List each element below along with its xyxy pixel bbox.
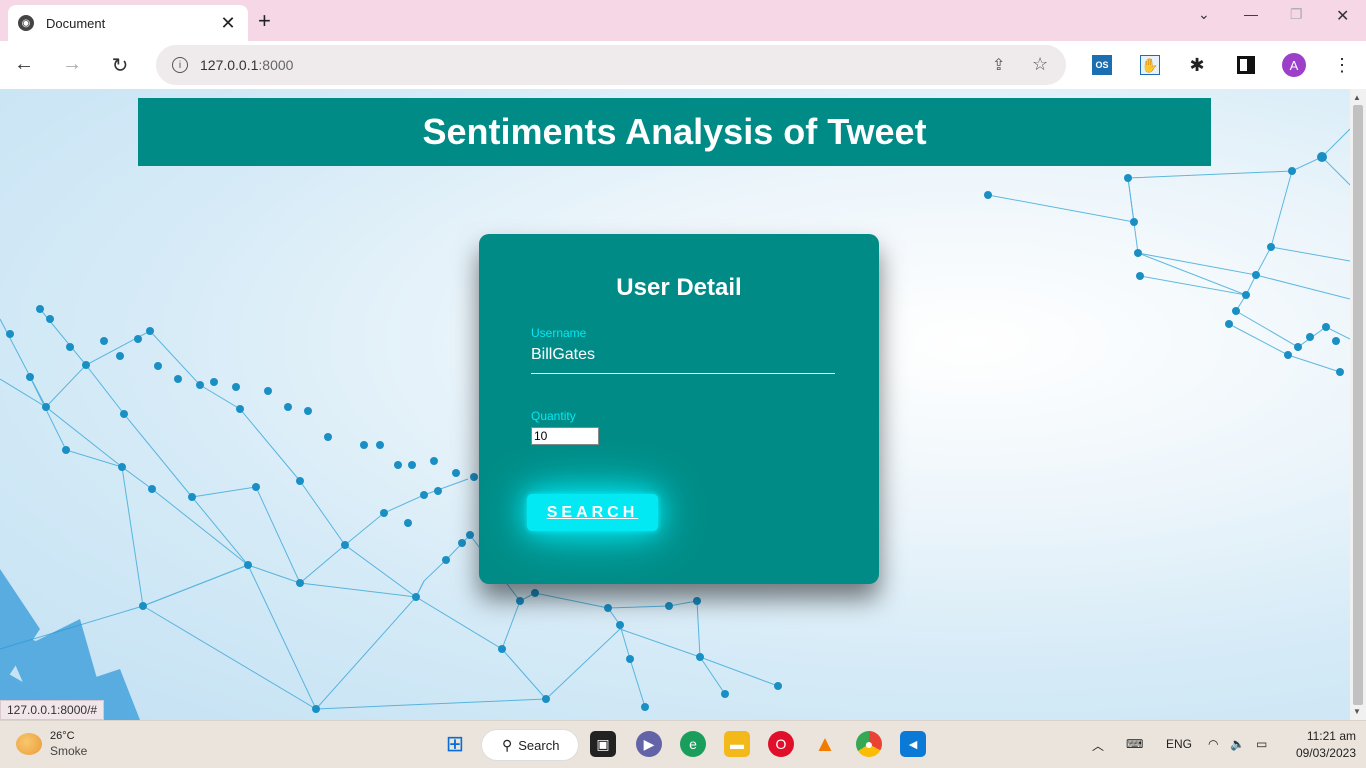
- clock-date: 09/03/2023: [1295, 746, 1356, 760]
- share-icon[interactable]: ⇪: [992, 55, 1005, 75]
- page-scrollbar[interactable]: ▲ ▼: [1350, 89, 1366, 720]
- card-title: User Detail: [616, 274, 742, 301]
- new-tab-button[interactable]: +: [258, 8, 271, 34]
- os-extension-icon[interactable]: OS: [1092, 55, 1112, 75]
- close-tab-icon[interactable]: ✕: [218, 13, 238, 34]
- menu-kebab-icon[interactable]: ⋮: [1332, 55, 1352, 75]
- reload-button[interactable]: ↻: [108, 53, 132, 78]
- puzzle-extensions-icon[interactable]: ✱: [1187, 55, 1207, 75]
- page-viewport: Sentiments Analysis of Tweet User Detail…: [0, 89, 1350, 720]
- url-port: :8000: [258, 57, 294, 73]
- globe-icon: ◉: [18, 15, 34, 31]
- page-banner: Sentiments Analysis of Tweet: [138, 98, 1211, 166]
- address-bar[interactable]: i 127.0.0.1:8000 ⇪ ☆: [156, 45, 1066, 85]
- weather-icon: [16, 732, 42, 755]
- user-detail-card: User Detail Username BillGates Quantity …: [479, 234, 879, 584]
- page-title: Sentiments Analysis of Tweet: [422, 111, 927, 152]
- vlc-player-icon[interactable]: ▲: [812, 731, 838, 757]
- browser-titlebar: ◉ Document ✕ + ⌄ — ❐ ✕: [0, 0, 1366, 41]
- username-input[interactable]: BillGates: [531, 346, 835, 374]
- volume-icon[interactable]: 🔈: [1230, 737, 1245, 751]
- minimize-button[interactable]: —: [1244, 6, 1258, 22]
- restore-button[interactable]: ❐: [1290, 6, 1303, 23]
- wifi-icon[interactable]: ◠: [1208, 737, 1218, 751]
- search-icon: ⚲: [502, 736, 513, 753]
- site-info-icon[interactable]: i: [172, 57, 188, 73]
- close-window-button[interactable]: ✕: [1336, 6, 1349, 26]
- weather-widget[interactable]: 26°C Smoke: [16, 729, 87, 758]
- file-explorer-icon[interactable]: ▬: [724, 731, 750, 757]
- profile-avatar[interactable]: A: [1282, 53, 1306, 77]
- teams-chat-icon[interactable]: ▶: [636, 731, 662, 757]
- windows-taskbar: 26°C Smoke ⊞ ⚲ Search ▣ ▶ e ▬ O ▲ ● ◄ ︿ …: [0, 720, 1366, 768]
- scrollbar-thumb[interactable]: [1353, 105, 1363, 705]
- language-indicator[interactable]: ENG: [1166, 737, 1192, 751]
- extension-icon[interactable]: ✋: [1140, 55, 1160, 75]
- quantity-input[interactable]: 10: [531, 427, 599, 445]
- opera-browser-icon[interactable]: O: [768, 731, 794, 757]
- browser-toolbar: ← → ↻ i 127.0.0.1:8000 ⇪ ☆ OS ✋ ✱ A ⋮: [0, 41, 1366, 89]
- windows-start-icon[interactable]: ⊞: [442, 731, 468, 757]
- chrome-browser-icon[interactable]: ●: [856, 731, 882, 757]
- search-button[interactable]: SEARCH: [527, 494, 658, 531]
- edge-browser-icon[interactable]: e: [680, 731, 706, 757]
- status-bubble: 127.0.0.1:8000/#: [0, 700, 105, 720]
- task-view-icon[interactable]: ▣: [590, 731, 616, 757]
- scroll-up-icon[interactable]: ▲: [1353, 93, 1361, 102]
- url-host: 127.0.0.1: [200, 57, 259, 73]
- weather-condition: Smoke: [50, 744, 88, 758]
- weather-temp: 26°C: [50, 730, 75, 742]
- tab-search-icon[interactable]: ⌄: [1198, 6, 1210, 23]
- bookmark-star-icon[interactable]: ☆: [1032, 54, 1048, 75]
- tab-title: Document: [46, 15, 106, 31]
- side-panel-icon[interactable]: [1236, 55, 1256, 75]
- clock-time: 11:21 am: [1306, 729, 1356, 743]
- vscode-icon[interactable]: ◄: [900, 731, 926, 757]
- forward-button[interactable]: →: [60, 53, 84, 76]
- browser-tab[interactable]: ◉ Document ✕: [8, 5, 248, 41]
- back-button[interactable]: ←: [12, 53, 36, 76]
- tray-overflow-icon[interactable]: ︿: [1092, 737, 1104, 754]
- username-label: Username: [531, 326, 587, 340]
- taskbar-search[interactable]: ⚲ Search: [481, 729, 579, 761]
- scroll-down-icon[interactable]: ▼: [1353, 707, 1361, 716]
- keyboard-icon[interactable]: ⌨: [1126, 737, 1143, 751]
- battery-icon[interactable]: ▭: [1256, 737, 1267, 751]
- taskbar-search-label: Search: [518, 737, 560, 753]
- taskbar-clock[interactable]: 11:21 am 09/03/2023: [1286, 728, 1356, 762]
- quantity-label: Quantity: [531, 409, 576, 423]
